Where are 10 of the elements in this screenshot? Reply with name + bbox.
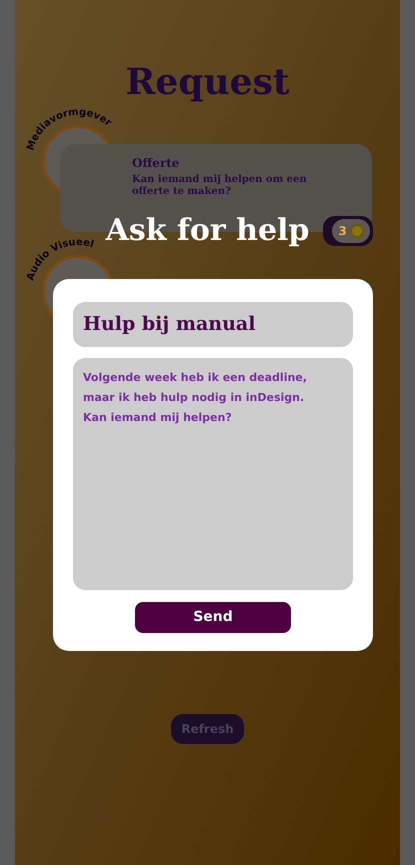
request-message: Kan iemand mij helpen om een offerte te maken?: [132, 174, 308, 198]
send-button[interactable]: Send: [135, 602, 291, 633]
count-text: 3: [338, 223, 347, 240]
request-title: Offerte: [132, 155, 180, 172]
dialog-heading: Ask for help: [106, 212, 310, 250]
help-button[interactable]: 3: [323, 216, 373, 246]
coin-icon: [350, 224, 364, 238]
page-title: Request: [126, 60, 290, 104]
message-field[interactable]: Volgende week heb ik een deadline, maar ik heb hulp nodig in inDesign. Kan iemand mij helpen?: [73, 358, 353, 590]
subject-field[interactable]: Hulp bij manual: [73, 302, 353, 347]
